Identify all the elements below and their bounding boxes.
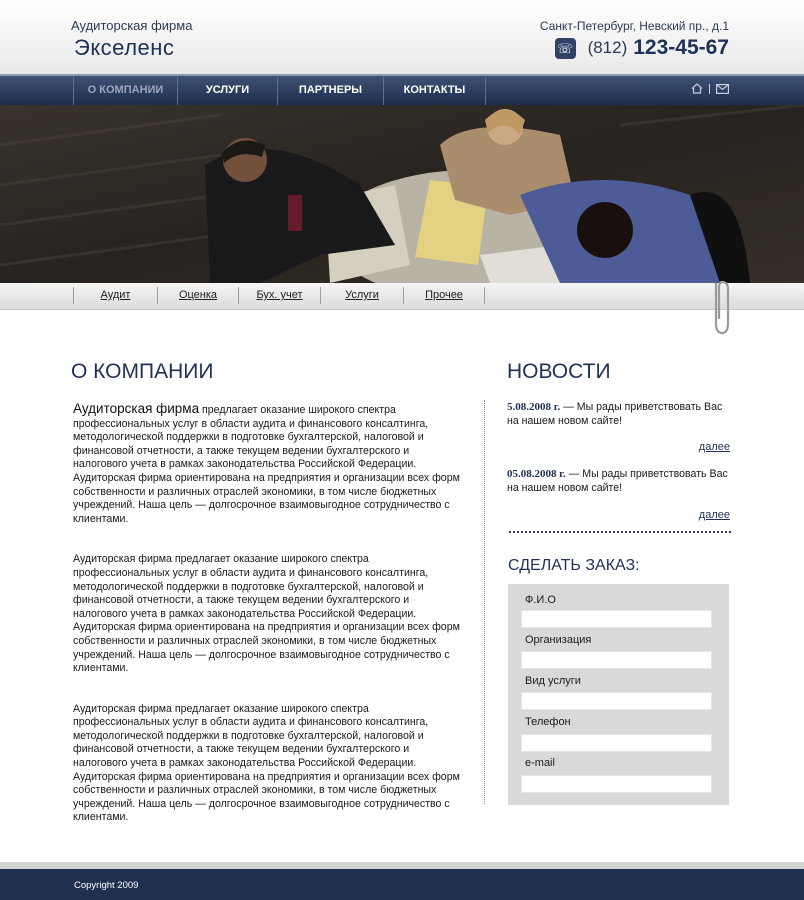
order-form: Ф.И.О Организация Вид услуги Телефон e-m…	[508, 584, 729, 805]
about-paragraph: Аудиторская фирма предлагает оказание ши…	[73, 702, 460, 824]
about-heading: О КОМПАНИИ	[71, 360, 214, 383]
fio-field[interactable]	[521, 610, 712, 628]
news-item: 5.08.2008 г. — Мы рады приветствовать Ва…	[507, 401, 731, 428]
subnav-item-accounting[interactable]: Бух. учет	[238, 287, 320, 304]
email-field[interactable]	[521, 775, 712, 793]
mail-icon[interactable]	[716, 83, 729, 94]
news-more-link[interactable]: далее	[699, 509, 730, 521]
brand-logo[interactable]: Экселенс	[74, 35, 174, 61]
tagline: Аудиторская фирма	[71, 18, 193, 33]
nav-icons	[691, 83, 729, 94]
news-more-link[interactable]: далее	[699, 441, 730, 453]
service-type-label: Вид услуги	[525, 675, 581, 687]
about-text: Аудиторская фирма предлагает оказание ши…	[73, 402, 465, 852]
subnav-item-evaluation[interactable]: Оценка	[157, 287, 238, 304]
about-paragraph: Аудиторская фирма предлагает оказание ши…	[73, 402, 465, 526]
service-type-field[interactable]	[521, 692, 712, 710]
header: Аудиторская фирма Экселенс Санкт-Петербу…	[0, 0, 804, 74]
nav-item-services[interactable]: УСЛУГИ	[177, 76, 277, 105]
phone-code: (812)	[587, 38, 628, 57]
subnav-item-audit[interactable]: Аудит	[73, 287, 157, 304]
footer-strip	[0, 862, 804, 869]
home-icon[interactable]	[691, 83, 703, 94]
main-navigation: О КОМПАНИИ УСЛУГИ ПАРТНЕРЫ КОНТАКТЫ	[0, 74, 804, 105]
order-heading: СДЕЛАТЬ ЗАКАЗ:	[508, 557, 640, 574]
phone-icon: ☏	[554, 37, 576, 59]
business-meeting-photo	[0, 105, 804, 283]
organization-field[interactable]	[521, 651, 712, 669]
copyright: Copyright 2009	[74, 880, 139, 891]
subnav-item-other[interactable]: Прочее	[403, 287, 485, 304]
nav-item-about[interactable]: О КОМПАНИИ	[73, 76, 177, 105]
news-item: 05.08.2008 г. — Мы рады приветствовать В…	[507, 468, 731, 495]
column-divider	[484, 400, 485, 804]
news-date: 05.08.2008 г.	[507, 468, 566, 480]
nav-icon-divider	[709, 83, 710, 94]
phone-number: 123-45-67	[633, 36, 729, 59]
paperclip-icon	[714, 280, 730, 335]
email-label: e-mail	[525, 757, 555, 769]
about-lead: Аудиторская фирма	[73, 401, 200, 416]
organization-label: Организация	[525, 634, 592, 646]
subnav-item-services[interactable]: Услуги	[320, 287, 403, 304]
phone-field[interactable]	[521, 734, 712, 752]
news-divider	[509, 531, 731, 533]
news-heading: НОВОСТИ	[507, 360, 611, 383]
banner-image	[0, 105, 804, 283]
address: Санкт-Петербург, Невский пр., д.1	[539, 19, 729, 33]
about-paragraph: Аудиторская фирма предлагает оказание ши…	[73, 553, 460, 675]
footer: Copyright 2009	[0, 869, 804, 900]
nav-item-contacts[interactable]: КОНТАКТЫ	[383, 76, 486, 105]
phone-label: Телефон	[525, 716, 571, 728]
fio-label: Ф.И.О	[525, 594, 556, 606]
nav-item-partners[interactable]: ПАРТНЕРЫ	[277, 76, 383, 105]
about-paragraph-rest: предлагает оказание широкого спектра про…	[73, 404, 460, 525]
phone: ☏ (812) 123-45-67	[554, 35, 729, 61]
sub-navigation: Аудит Оценка Бух. учет Услуги Прочее	[0, 283, 804, 310]
news-date: 5.08.2008 г.	[507, 401, 561, 413]
